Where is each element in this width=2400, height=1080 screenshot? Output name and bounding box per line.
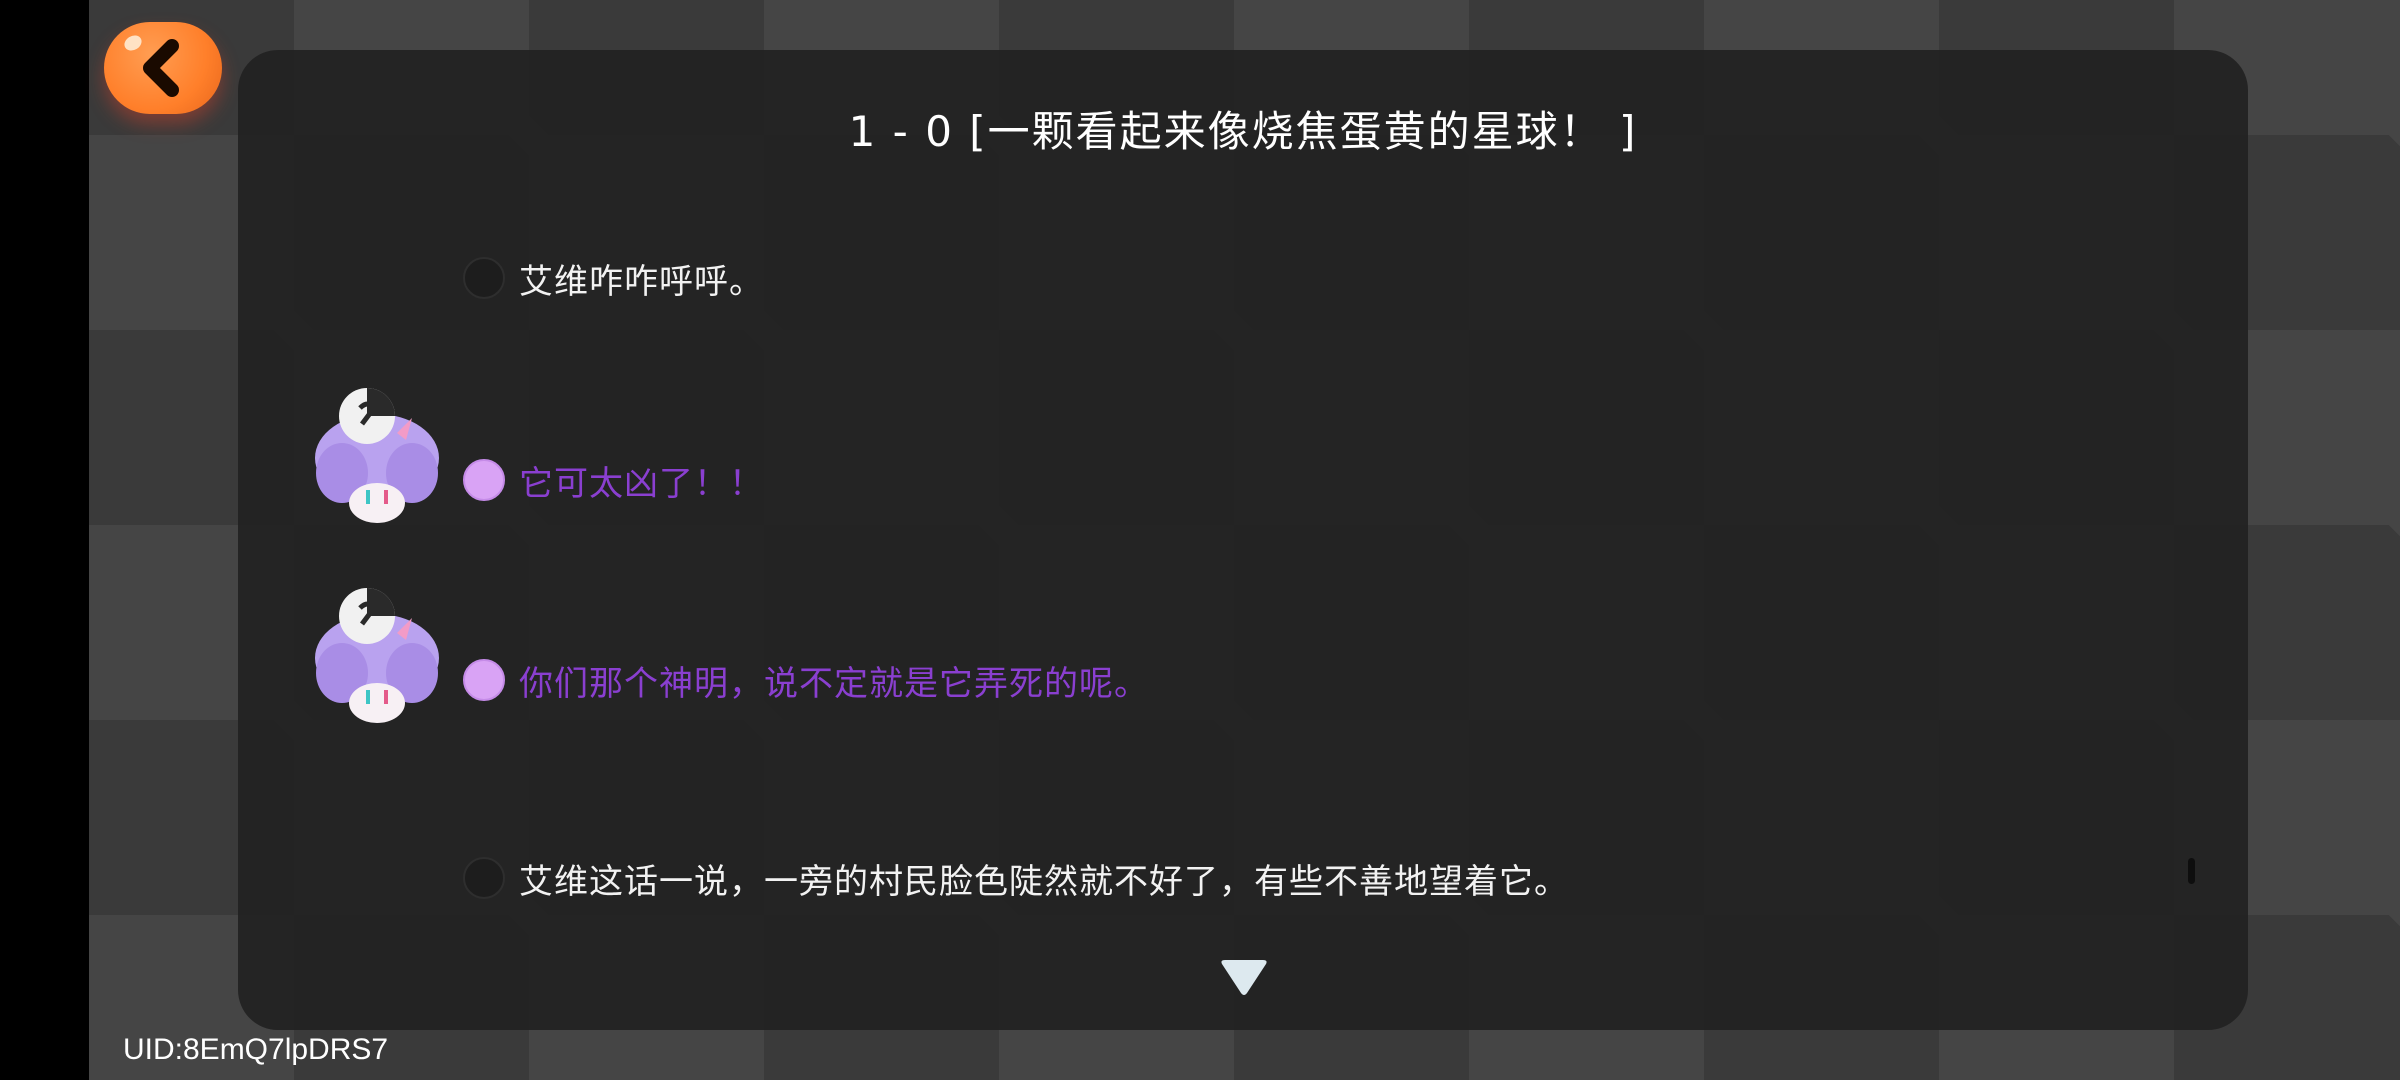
game-screen: 1 - 0 [一颗看起来像烧焦蛋黄的星球！ ] 艾维咋咋呼呼。 它可太凶了！！ [0,0,2400,1080]
dialog-line[interactable]: 艾维这话一说，一旁的村民脸色陡然就不好了，有些不善地望着它。 [463,853,1569,903]
dialog-line-text: 它可太凶了！！ [519,463,764,504]
speaker-dot [463,459,505,501]
speaker-dot [463,257,505,299]
chevron-left-icon [143,39,179,97]
dialog-line-text: 艾维咋咋呼呼。 [519,261,764,302]
uid-label: UID:8EmQ7lpDRS7 [123,1033,389,1066]
scroll-indicator[interactable] [2188,858,2195,884]
triangle-down-icon[interactable] [1218,958,1270,998]
dialog-line[interactable]: 它可太凶了！！ [463,455,764,505]
speaker-dot [463,659,505,701]
back-button[interactable] [104,22,222,114]
dialog-line-text: 你们那个神明，说不定就是它弄死的呢。 [519,663,1149,704]
purple-character-avatar [315,388,439,523]
dialog-panel: 1 - 0 [一颗看起来像烧焦蛋黄的星球！ ] 艾维咋咋呼呼。 它可太凶了！！ [238,50,2248,1030]
dialog-line[interactable]: 艾维咋咋呼呼。 [463,253,764,303]
dialog-title: 1 - 0 [一颗看起来像烧焦蛋黄的星球！ ] [848,107,1638,156]
dialog-line-text: 艾维这话一说，一旁的村民脸色陡然就不好了，有些不善地望着它。 [519,861,1569,902]
speaker-dot [463,857,505,899]
dialog-line[interactable]: 你们那个神明，说不定就是它弄死的呢。 [463,655,1149,705]
purple-character-avatar [315,588,439,723]
